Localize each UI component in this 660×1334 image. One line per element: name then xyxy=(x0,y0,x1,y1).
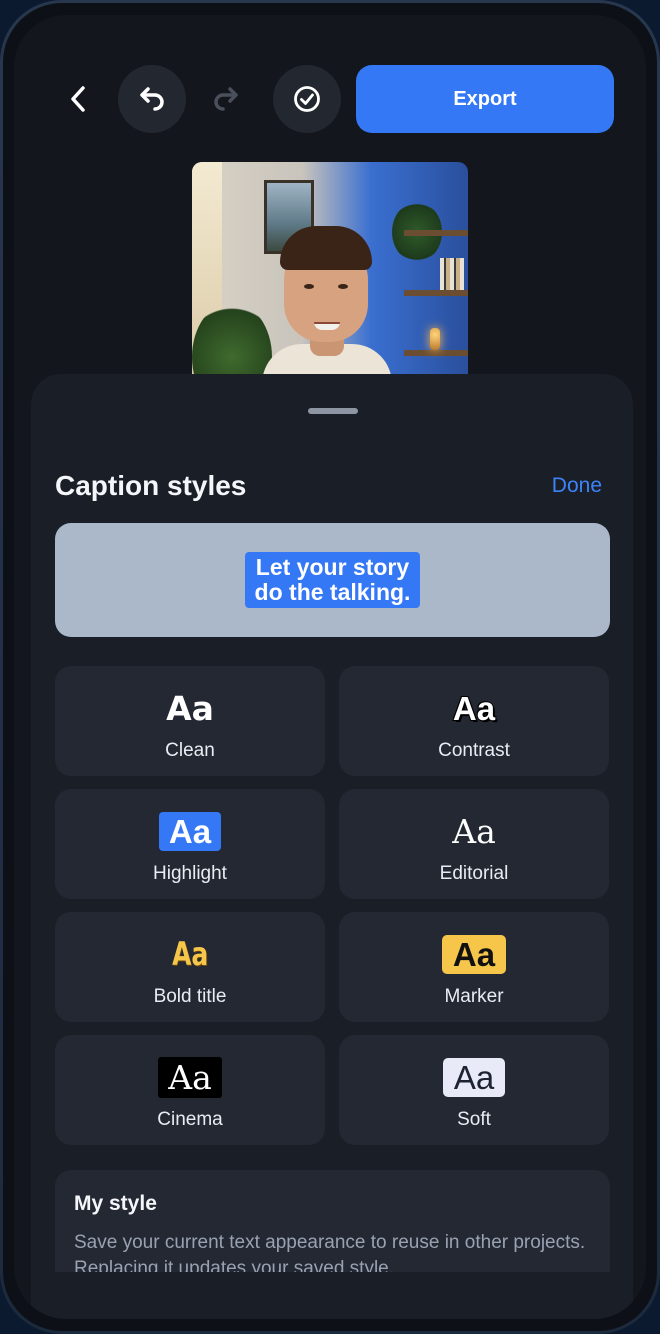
style-label: Editorial xyxy=(439,863,509,884)
phone-bezel: Export Caption styles Done Let your stor… xyxy=(3,3,657,1331)
style-sample: Aa xyxy=(442,1057,506,1097)
caption-styles-sheet: Caption styles Done Let your story do th… xyxy=(31,374,633,1319)
style-label: Contrast xyxy=(438,740,510,761)
caption-preview-text: Let your story do the talking. xyxy=(244,552,421,608)
undo-icon xyxy=(140,87,164,111)
style-tile-editorial[interactable]: Aa Editorial xyxy=(339,789,609,899)
preview-shelf xyxy=(404,290,468,296)
style-sample: Aa xyxy=(158,811,222,851)
preview-shelf xyxy=(404,230,468,236)
caption-preview: Let your story do the talking. xyxy=(55,523,610,637)
style-sample: Aa xyxy=(441,934,507,974)
style-tile-soft[interactable]: Aa Soft xyxy=(339,1035,609,1145)
style-label: Cinema xyxy=(157,1109,223,1130)
redo-button[interactable] xyxy=(206,79,246,119)
caption-line: Let your story xyxy=(255,554,410,580)
style-tile-contrast[interactable]: Aa Contrast xyxy=(339,666,609,776)
style-label: Highlight xyxy=(153,863,227,884)
style-sample: Aa xyxy=(166,688,214,728)
my-style-card[interactable]: My style Save your current text appearan… xyxy=(55,1170,610,1272)
style-sample: Aa xyxy=(452,689,496,727)
style-sample: Aa xyxy=(171,935,209,973)
app-screen: Export Caption styles Done Let your stor… xyxy=(14,15,646,1319)
style-tile-highlight[interactable]: Aa Highlight xyxy=(55,789,325,899)
phone-frame: Export Caption styles Done Let your stor… xyxy=(0,0,660,1334)
export-button[interactable]: Export xyxy=(356,65,614,133)
done-button[interactable]: Done xyxy=(552,474,602,498)
style-tile-marker[interactable]: Aa Marker xyxy=(339,912,609,1022)
style-tile-cinema[interactable]: Aa Cinema xyxy=(55,1035,325,1145)
style-label: Marker xyxy=(444,986,504,1007)
caption-line: do the talking. xyxy=(254,579,411,605)
redo-icon xyxy=(214,87,238,111)
preview-person-smile xyxy=(314,322,340,330)
style-sample: Aa xyxy=(452,811,496,851)
style-sample: Aa xyxy=(158,1056,222,1098)
preview-person-eye xyxy=(304,284,314,289)
preview-books xyxy=(440,258,464,290)
sheet-title: Caption styles xyxy=(55,470,247,501)
chevron-left-icon xyxy=(71,86,85,112)
preview-shelf xyxy=(404,350,468,356)
my-style-title: My style xyxy=(74,1192,157,1215)
my-style-description: Save your current text appearance to reu… xyxy=(74,1232,586,1272)
check-circle-icon xyxy=(294,86,320,112)
style-label: Clean xyxy=(165,740,215,761)
back-button[interactable] xyxy=(56,79,100,119)
style-label: Soft xyxy=(457,1109,491,1130)
sheet-content: Caption styles Done Let your story do th… xyxy=(31,374,633,1272)
preview-person-hair xyxy=(280,226,372,270)
confirm-button[interactable] xyxy=(273,65,341,133)
style-tile-bold-title[interactable]: Aa Bold title xyxy=(55,912,325,1022)
preview-candle xyxy=(430,328,440,350)
sheet-grabber[interactable] xyxy=(308,408,358,414)
style-tile-clean[interactable]: Aa Clean xyxy=(55,666,325,776)
style-label: Bold title xyxy=(153,986,227,1007)
undo-button[interactable] xyxy=(118,65,186,133)
preview-person-eye xyxy=(338,284,348,289)
